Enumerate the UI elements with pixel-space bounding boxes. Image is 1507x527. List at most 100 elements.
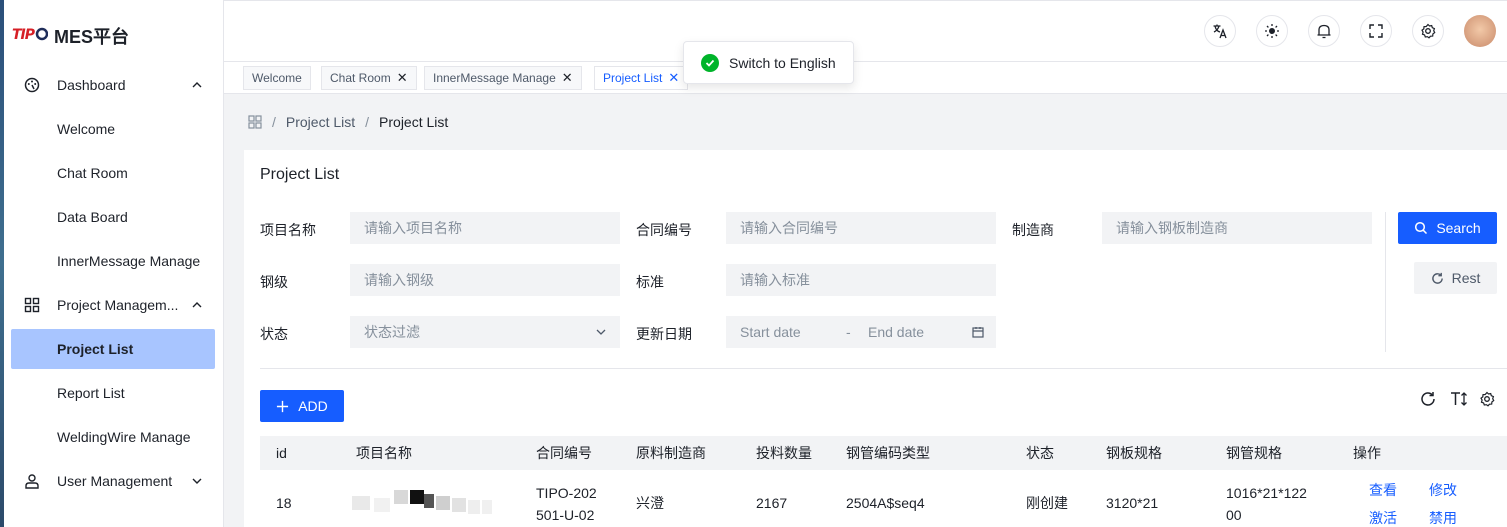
user-avatar[interactable] xyxy=(1464,15,1496,47)
notifications-button[interactable] xyxy=(1308,15,1340,47)
sidebar-item-label: Welcome xyxy=(57,121,116,137)
sidebar-item-dashboard[interactable]: Dashboard xyxy=(11,65,215,105)
sidebar-item-welcome[interactable]: Welcome xyxy=(11,109,215,149)
breadcrumb-separator: / xyxy=(272,114,276,130)
column-header[interactable]: 项目名称 xyxy=(356,436,412,470)
sidebar-item-project-list[interactable]: Project List xyxy=(11,329,215,369)
chevron-up-icon xyxy=(192,302,202,308)
filter-divider xyxy=(1385,212,1386,352)
manufacturer-label: 制造商 xyxy=(1012,222,1054,238)
sun-icon xyxy=(1265,24,1279,38)
logo-mark: TIP xyxy=(12,26,49,46)
translate-icon xyxy=(1213,24,1227,39)
add-button[interactable]: ADD xyxy=(260,390,344,422)
tab-welcome[interactable]: Welcome xyxy=(243,66,311,90)
search-icon xyxy=(1415,221,1428,235)
calendar-icon xyxy=(972,327,984,338)
reset-button[interactable]: Rest xyxy=(1414,262,1497,294)
column-header[interactable]: 钢板规格 xyxy=(1106,436,1162,470)
disable-link[interactable]: 禁用 xyxy=(1429,508,1457,527)
breadcrumb: / Project List / Project List xyxy=(248,114,448,130)
sidebar-item-label: InnerMessage Manage xyxy=(57,253,201,269)
bell-icon xyxy=(1317,24,1331,39)
sidebar-item-report-list[interactable]: Report List xyxy=(11,373,215,413)
cell-contract-line: 501-U-02 xyxy=(536,507,595,523)
project-name-label: 项目名称 xyxy=(260,222,316,238)
sidebar-item-label: WeldingWire Manage xyxy=(57,429,191,445)
cell-contract-line: TIPO-202 xyxy=(536,485,597,501)
steel-grade-input[interactable]: 请输入钢级 xyxy=(350,264,620,296)
fullscreen-button[interactable] xyxy=(1360,15,1392,47)
status-label: 状态 xyxy=(260,326,288,342)
logo-text: MES平台 xyxy=(54,27,130,47)
end-date-input[interactable]: End date xyxy=(868,324,924,340)
chevron-down-icon xyxy=(596,329,606,335)
refresh-icon xyxy=(1431,272,1443,284)
redacted-project-name xyxy=(352,490,502,514)
project-name-input[interactable]: 请输入项目名称 xyxy=(350,212,620,244)
standard-label: 标准 xyxy=(636,274,664,290)
settings-button[interactable] xyxy=(1412,15,1444,47)
close-icon[interactable]: ✕ xyxy=(562,70,573,86)
breadcrumb-current: Project List xyxy=(379,114,449,130)
column-header: 操作 xyxy=(1353,445,1381,461)
sidebar-item-user-management[interactable]: User Management xyxy=(11,461,215,501)
status-select[interactable]: 状态过滤 xyxy=(350,316,620,348)
logo: TIP MES平台 xyxy=(12,24,129,48)
theme-button[interactable] xyxy=(1256,15,1288,47)
tab-label: InnerMessage Manage xyxy=(433,71,556,85)
close-icon[interactable]: ✕ xyxy=(668,70,679,86)
dashboard-icon xyxy=(23,76,41,94)
manufacturer-input[interactable]: 请输入钢板制造商 xyxy=(1102,212,1372,244)
fullscreen-icon xyxy=(1369,24,1383,38)
sidebar-item-label: Project List xyxy=(57,341,134,357)
close-icon[interactable]: ✕ xyxy=(397,70,408,86)
edit-link[interactable]: 修改 xyxy=(1429,480,1457,500)
apps-icon[interactable] xyxy=(248,115,262,129)
add-button-label: ADD xyxy=(298,398,328,414)
tab-project-list[interactable]: Project List ✕ xyxy=(594,66,689,90)
tipo-logo-icon: TIP xyxy=(12,27,49,43)
sidebar-item-label: Dashboard xyxy=(57,77,126,93)
activate-link[interactable]: 激活 xyxy=(1369,508,1397,527)
column-header[interactable]: id xyxy=(276,436,287,470)
date-range-picker[interactable]: Start date - End date xyxy=(726,316,996,348)
column-header[interactable]: 状态 xyxy=(1026,436,1054,470)
language-button[interactable] xyxy=(1204,15,1236,47)
start-date-input[interactable]: Start date xyxy=(740,324,801,340)
column-header[interactable]: 钢管编码类型 xyxy=(846,436,930,470)
column-header[interactable]: 原料制造商 xyxy=(636,436,706,470)
sidebar: TIP MES平台 Dashboard Welcome Chat Room Da… xyxy=(0,0,224,527)
card-title: Project List xyxy=(260,166,340,183)
cell-code-type: 2504A$seq4 xyxy=(846,495,925,511)
status-select-placeholder: 状态过滤 xyxy=(364,324,420,340)
breadcrumb-separator: / xyxy=(365,114,370,130)
chevron-up-icon xyxy=(192,82,202,88)
search-button[interactable]: Search xyxy=(1398,212,1497,244)
sidebar-item-chat-room[interactable]: Chat Room xyxy=(11,153,215,193)
standard-input[interactable]: 请输入标准 xyxy=(726,264,996,296)
column-header[interactable]: 投料数量 xyxy=(756,436,812,470)
cell-quantity: 2167 xyxy=(756,495,788,511)
cell-id: 18 xyxy=(276,495,292,511)
sidebar-item-data-board[interactable]: Data Board xyxy=(11,197,215,237)
sidebar-item-project-management[interactable]: Project Managem... xyxy=(11,285,215,325)
reset-button-label: Rest xyxy=(1451,270,1481,286)
tab-innermessage-manage[interactable]: InnerMessage Manage ✕ xyxy=(424,66,582,90)
column-header[interactable]: 钢管规格 xyxy=(1226,436,1282,470)
density-icon[interactable] xyxy=(1450,391,1468,407)
contract-no-input[interactable]: 请输入合同编号 xyxy=(726,212,996,244)
sidebar-item-label: Chat Room xyxy=(57,165,128,181)
contract-no-label: 合同编号 xyxy=(636,222,692,238)
cell-pipe-line: 00 xyxy=(1226,507,1242,523)
breadcrumb-parent[interactable]: Project List xyxy=(286,114,355,130)
sidebar-item-weldingwire-manage[interactable]: WeldingWire Manage xyxy=(11,417,215,457)
date-range-separator: - xyxy=(846,324,851,340)
tab-chat-room[interactable]: Chat Room ✕ xyxy=(321,66,417,90)
section-divider xyxy=(260,368,1507,369)
column-header[interactable]: 合同编号 xyxy=(536,436,592,470)
sidebar-item-innermessage-manage[interactable]: InnerMessage Manage xyxy=(11,241,215,281)
view-link[interactable]: 查看 xyxy=(1369,480,1397,500)
reload-icon[interactable] xyxy=(1420,391,1436,407)
column-settings-icon[interactable] xyxy=(1479,391,1495,407)
